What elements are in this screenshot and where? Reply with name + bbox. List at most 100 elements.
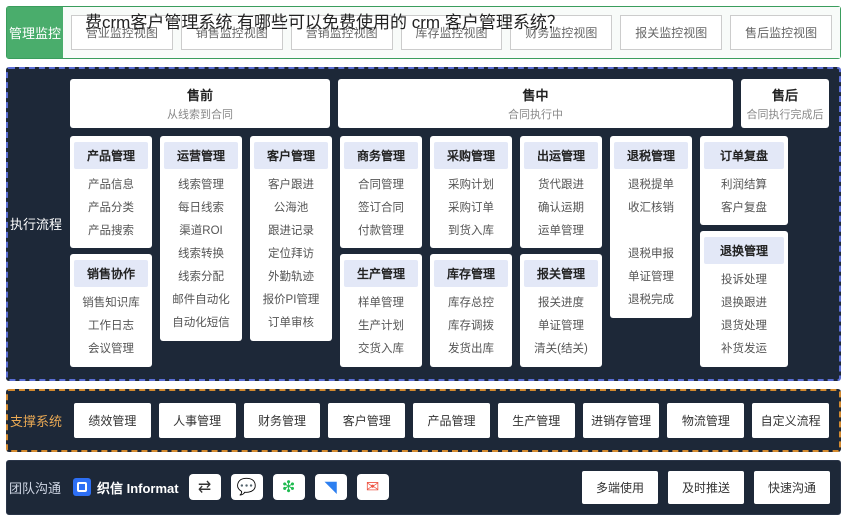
- wechat-icon[interactable]: ❇: [273, 474, 305, 500]
- module-item[interactable]: 补货发运: [704, 337, 784, 360]
- module-item[interactable]: 发货出库: [434, 337, 508, 360]
- process-col: 商务管理合同管理签订合同付款管理生产管理样单管理生产计划交货入库: [340, 136, 422, 367]
- module-item[interactable]: 样单管理: [344, 291, 418, 314]
- module-head: 运营管理: [164, 142, 238, 169]
- section-process: 执行流程 售前 从线索到合同 售中 合同执行中 售后 合同执行完成后 产品管理产…: [6, 67, 841, 381]
- support-item[interactable]: 进销存管理: [583, 403, 660, 438]
- sync-icon[interactable]: ⇄: [189, 474, 221, 500]
- module-item[interactable]: 渠道ROI: [164, 219, 238, 242]
- module: 客户管理客户跟进公海池跟进记录定位拜访外勤轨迹报价PI管理订单审核: [250, 136, 332, 341]
- brand: 织信 Informat: [73, 478, 179, 497]
- module-item[interactable]: 订单审核: [254, 312, 328, 335]
- module-item[interactable]: 自动化短信: [164, 312, 238, 335]
- module-item[interactable]: 退税完成: [614, 288, 688, 311]
- module: 订单复盘利润结算客户复盘: [700, 136, 788, 225]
- module: 报关管理报关进度单证管理清关(结关): [520, 254, 602, 366]
- module-item[interactable]: 线索分配: [164, 265, 238, 288]
- module-item[interactable]: 清关(结关): [524, 337, 598, 360]
- comm-button[interactable]: 多端使用: [582, 471, 658, 504]
- comm-button[interactable]: 及时推送: [668, 471, 744, 504]
- support-label: 支撑系统: [8, 391, 64, 450]
- module-item[interactable]: 库存调拨: [434, 314, 508, 337]
- module: 销售协作销售知识库工作日志会议管理: [70, 254, 152, 366]
- support-item[interactable]: 财务管理: [244, 403, 321, 438]
- module-item[interactable]: 公海池: [254, 196, 328, 219]
- support-item[interactable]: 绩效管理: [74, 403, 151, 438]
- module-item[interactable]: 退税申报: [614, 242, 688, 265]
- phase-pre-sub: 从线索到合同: [70, 106, 330, 122]
- process-col: 退税管理退税提单收汇核销 退税申报单证管理退税完成: [610, 136, 692, 367]
- module-item[interactable]: 线索转换: [164, 242, 238, 265]
- module-item[interactable]: 报价PI管理: [254, 288, 328, 311]
- module-item[interactable]: 外勤轨迹: [254, 265, 328, 288]
- section-support: 支撑系统 绩效管理人事管理财务管理客户管理产品管理生产管理进销存管理物流管理自定…: [6, 389, 841, 452]
- module-item[interactable]: 库存总控: [434, 291, 508, 314]
- module-item[interactable]: 定位拜访: [254, 242, 328, 265]
- module-item[interactable]: 线索管理: [164, 173, 238, 196]
- module-item[interactable]: 退换跟进: [704, 291, 784, 314]
- module-item[interactable]: 签订合同: [344, 196, 418, 219]
- module-head: 采购管理: [434, 142, 508, 169]
- module-item[interactable]: 退税提单: [614, 173, 688, 196]
- support-item[interactable]: 客户管理: [328, 403, 405, 438]
- module: 采购管理采购计划采购订单到货入库: [430, 136, 512, 248]
- phase-mid-sub: 合同执行中: [338, 106, 733, 122]
- dingtalk-icon[interactable]: ◥: [315, 474, 347, 500]
- overlay-title: 费crm客户管理系统 有哪些可以免费使用的 crm 客户管理系统？: [85, 8, 564, 33]
- module-item[interactable]: 跟进记录: [254, 219, 328, 242]
- module-item[interactable]: 退货处理: [704, 314, 784, 337]
- module: 商务管理合同管理签订合同付款管理: [340, 136, 422, 248]
- support-item[interactable]: 自定义流程: [752, 403, 829, 438]
- module-head: 客户管理: [254, 142, 328, 169]
- module-item[interactable]: 确认运期: [524, 196, 598, 219]
- module-item[interactable]: 产品分类: [74, 196, 148, 219]
- phase-pre-title: 售前: [70, 85, 330, 104]
- support-item[interactable]: 人事管理: [159, 403, 236, 438]
- module-item[interactable]: 生产计划: [344, 314, 418, 337]
- module-item[interactable]: 投诉处理: [704, 268, 784, 291]
- module-item[interactable]: 货代跟进: [524, 173, 598, 196]
- process-col: 产品管理产品信息产品分类产品搜索销售协作销售知识库工作日志会议管理: [70, 136, 152, 367]
- process-col: 采购管理采购计划采购订单到货入库库存管理库存总控库存调拨发货出库: [430, 136, 512, 367]
- module-item[interactable]: 采购订单: [434, 196, 508, 219]
- module-item[interactable]: 单证管理: [614, 265, 688, 288]
- module-item[interactable]: 采购计划: [434, 173, 508, 196]
- module-item[interactable]: 合同管理: [344, 173, 418, 196]
- monitor-view[interactable]: 报关监控视图: [620, 15, 722, 50]
- module-item[interactable]: 运单管理: [524, 219, 598, 242]
- support-item[interactable]: 生产管理: [498, 403, 575, 438]
- module-item[interactable]: 邮件自动化: [164, 288, 238, 311]
- mail-icon[interactable]: ✉: [357, 474, 389, 500]
- module-item[interactable]: 交货入库: [344, 337, 418, 360]
- phase-post: 售后 合同执行完成后: [741, 79, 829, 128]
- module-item[interactable]: 报关进度: [524, 291, 598, 314]
- module-item[interactable]: 客户复盘: [704, 196, 784, 219]
- process-col: 出运管理货代跟进确认运期运单管理报关管理报关进度单证管理清关(结关): [520, 136, 602, 367]
- chat-icon[interactable]: 💬: [231, 474, 263, 500]
- support-item[interactable]: 产品管理: [413, 403, 490, 438]
- module-item[interactable]: 收汇核销: [614, 196, 688, 219]
- module-item[interactable]: 工作日志: [74, 314, 148, 337]
- module-item[interactable]: 产品搜索: [74, 219, 148, 242]
- module-item[interactable]: 付款管理: [344, 219, 418, 242]
- module-item[interactable]: 单证管理: [524, 314, 598, 337]
- comm-button[interactable]: 快速沟通: [754, 471, 830, 504]
- module: 库存管理库存总控库存调拨发货出库: [430, 254, 512, 366]
- module-head: 销售协作: [74, 260, 148, 287]
- module: 产品管理产品信息产品分类产品搜索: [70, 136, 152, 248]
- module-item[interactable]: 到货入库: [434, 219, 508, 242]
- monitor-view[interactable]: 售后监控视图: [730, 15, 832, 50]
- module-head: 产品管理: [74, 142, 148, 169]
- module-item[interactable]: 客户跟进: [254, 173, 328, 196]
- process-col: 客户管理客户跟进公海池跟进记录定位拜访外勤轨迹报价PI管理订单审核: [250, 136, 332, 367]
- module-item[interactable]: 产品信息: [74, 173, 148, 196]
- module-item[interactable]: [614, 219, 688, 242]
- support-item[interactable]: 物流管理: [667, 403, 744, 438]
- module-item[interactable]: 每日线索: [164, 196, 238, 219]
- module-item[interactable]: 利润结算: [704, 173, 784, 196]
- module-item[interactable]: 销售知识库: [74, 291, 148, 314]
- module: 运营管理线索管理每日线索渠道ROI线索转换线索分配邮件自动化自动化短信: [160, 136, 242, 341]
- brand-icon: [73, 478, 91, 496]
- brand-text: 织信 Informat: [97, 478, 179, 497]
- module-item[interactable]: 会议管理: [74, 337, 148, 360]
